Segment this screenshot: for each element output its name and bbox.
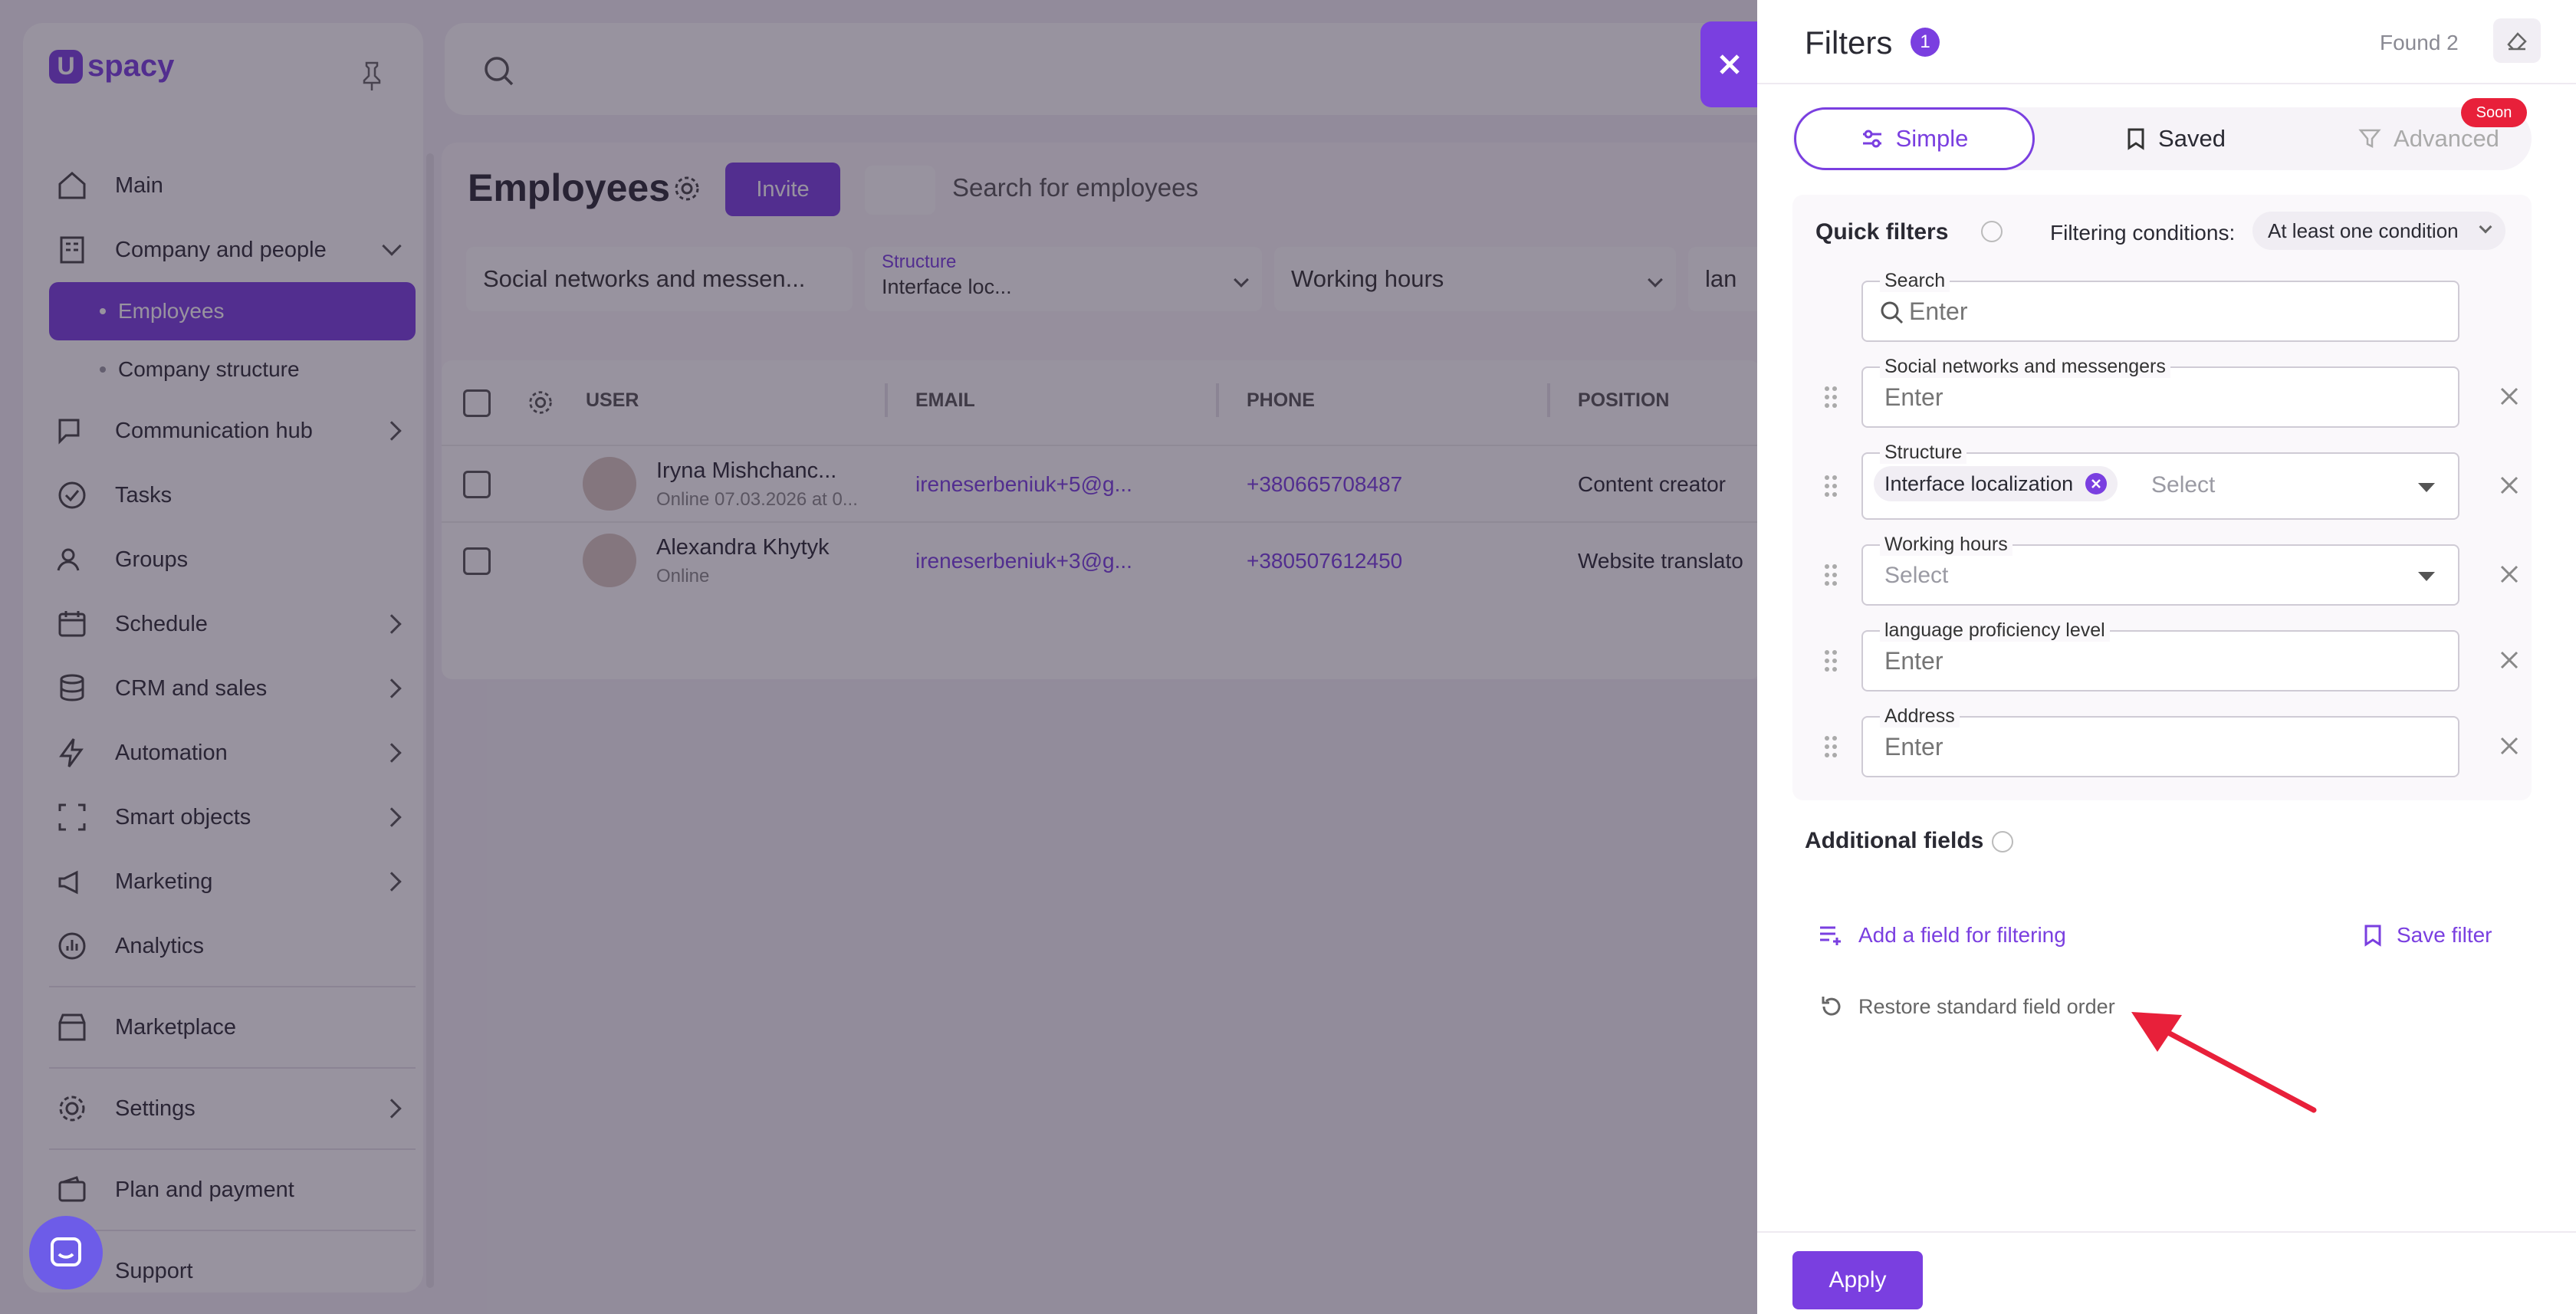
funnel-icon xyxy=(2358,129,2381,149)
tab-label: Saved xyxy=(2158,125,2226,152)
field-label: language proficiency level xyxy=(1880,619,2110,642)
quick-filters-section: Quick filters Filtering conditions: At l… xyxy=(1792,195,2532,800)
field-label: Search xyxy=(1880,270,1950,292)
social-networks-field[interactable]: Social networks and messengers xyxy=(1861,356,2459,428)
working-hours-placeholder[interactable]: Select xyxy=(1884,563,1948,589)
search-input[interactable] xyxy=(1909,297,2369,326)
add-field-button[interactable]: Add a field for filtering xyxy=(1819,923,2066,948)
quick-filters-title: Quick filters xyxy=(1815,219,1949,245)
language-level-input[interactable] xyxy=(1884,647,2344,675)
eraser-icon xyxy=(2507,32,2527,51)
field-label: Social networks and messengers xyxy=(1880,356,2170,378)
save-filter-label: Save filter xyxy=(2397,923,2492,947)
tab-label: Advanced xyxy=(2394,125,2499,152)
filters-title: Filters xyxy=(1805,25,1893,61)
drag-handle-icon[interactable] xyxy=(1823,474,1838,498)
tab-simple[interactable]: Simple xyxy=(1794,107,2035,170)
filter-mode-tabs: Simple Saved Advanced xyxy=(1792,107,2532,170)
filters-footer: Apply xyxy=(1757,1231,2576,1314)
field-label: Working hours xyxy=(1880,534,2013,556)
additional-fields-title: Additional fields xyxy=(1805,828,1984,853)
close-icon[interactable] xyxy=(2498,734,2521,757)
modal-backdrop[interactable] xyxy=(0,0,1757,1314)
close-panel-button[interactable] xyxy=(1700,21,1759,107)
filtering-conditions-label: Filtering conditions: xyxy=(2050,221,2236,245)
soon-badge: Soon xyxy=(2461,98,2527,127)
apply-button[interactable]: Apply xyxy=(1792,1251,1923,1309)
close-icon xyxy=(1720,54,1740,74)
caret-down-icon xyxy=(2418,572,2435,581)
tab-label: Simple xyxy=(1895,125,1969,152)
active-filters-badge: 1 xyxy=(1911,28,1940,57)
filtering-conditions-select[interactable]: At least one condition xyxy=(2252,212,2505,250)
restore-label: Restore standard field order xyxy=(1858,994,2115,1018)
found-count: Found 2 xyxy=(2380,31,2459,54)
save-filter-button[interactable]: Save filter xyxy=(2363,923,2492,948)
close-icon[interactable] xyxy=(2498,385,2521,408)
structure-select-placeholder[interactable]: Select xyxy=(2151,472,2215,498)
tag-label: Interface localization xyxy=(1884,471,2074,495)
caret-down-icon xyxy=(2418,483,2435,492)
annotation-arrow-icon xyxy=(2131,1012,2317,1113)
drag-handle-icon[interactable] xyxy=(1823,563,1838,587)
info-icon[interactable] xyxy=(1981,221,2003,242)
clear-filters-button[interactable] xyxy=(2493,18,2541,63)
select-value: At least one condition xyxy=(2268,218,2459,242)
address-input[interactable] xyxy=(1884,733,2344,761)
close-icon[interactable] xyxy=(2498,563,2521,586)
social-networks-input[interactable] xyxy=(1884,383,2344,412)
drag-handle-icon[interactable] xyxy=(1823,734,1838,759)
support-chat-button[interactable] xyxy=(29,1216,103,1289)
chevron-down-icon xyxy=(2479,220,2492,234)
drag-handle-icon[interactable] xyxy=(1823,385,1838,409)
info-icon[interactable] xyxy=(1992,831,2013,852)
field-label: Address xyxy=(1880,705,1960,728)
language-level-field[interactable]: language proficiency level xyxy=(1861,619,2459,691)
tab-saved[interactable]: Saved xyxy=(2068,107,2283,170)
search-field[interactable]: Search xyxy=(1861,270,2459,342)
bookmark-icon xyxy=(2128,128,2144,150)
close-icon[interactable] xyxy=(2498,474,2521,497)
restore-field-order-button[interactable]: Restore standard field order xyxy=(1819,994,2115,1020)
selected-tag: Interface localization xyxy=(1874,466,2118,501)
close-icon xyxy=(2091,479,2101,488)
field-label: Structure xyxy=(1880,442,1967,464)
drag-handle-icon[interactable] xyxy=(1823,649,1838,673)
working-hours-field[interactable]: Working hours Select xyxy=(1861,534,2459,606)
add-field-label: Add a field for filtering xyxy=(1858,923,2066,947)
chat-bubble-icon xyxy=(51,1237,81,1266)
sliders-icon xyxy=(1862,130,1881,148)
structure-field[interactable]: Structure Interface localization Select xyxy=(1861,442,2459,520)
remove-tag-button[interactable] xyxy=(2085,473,2108,494)
filters-header: Filters 1 Found 2 xyxy=(1757,0,2576,84)
address-field[interactable]: Address xyxy=(1861,705,2459,777)
search-icon xyxy=(1881,301,1904,324)
close-icon[interactable] xyxy=(2498,649,2521,672)
add-list-icon xyxy=(1820,926,1841,945)
bookmark-icon xyxy=(2364,925,2381,947)
restore-icon xyxy=(1822,997,1841,1016)
